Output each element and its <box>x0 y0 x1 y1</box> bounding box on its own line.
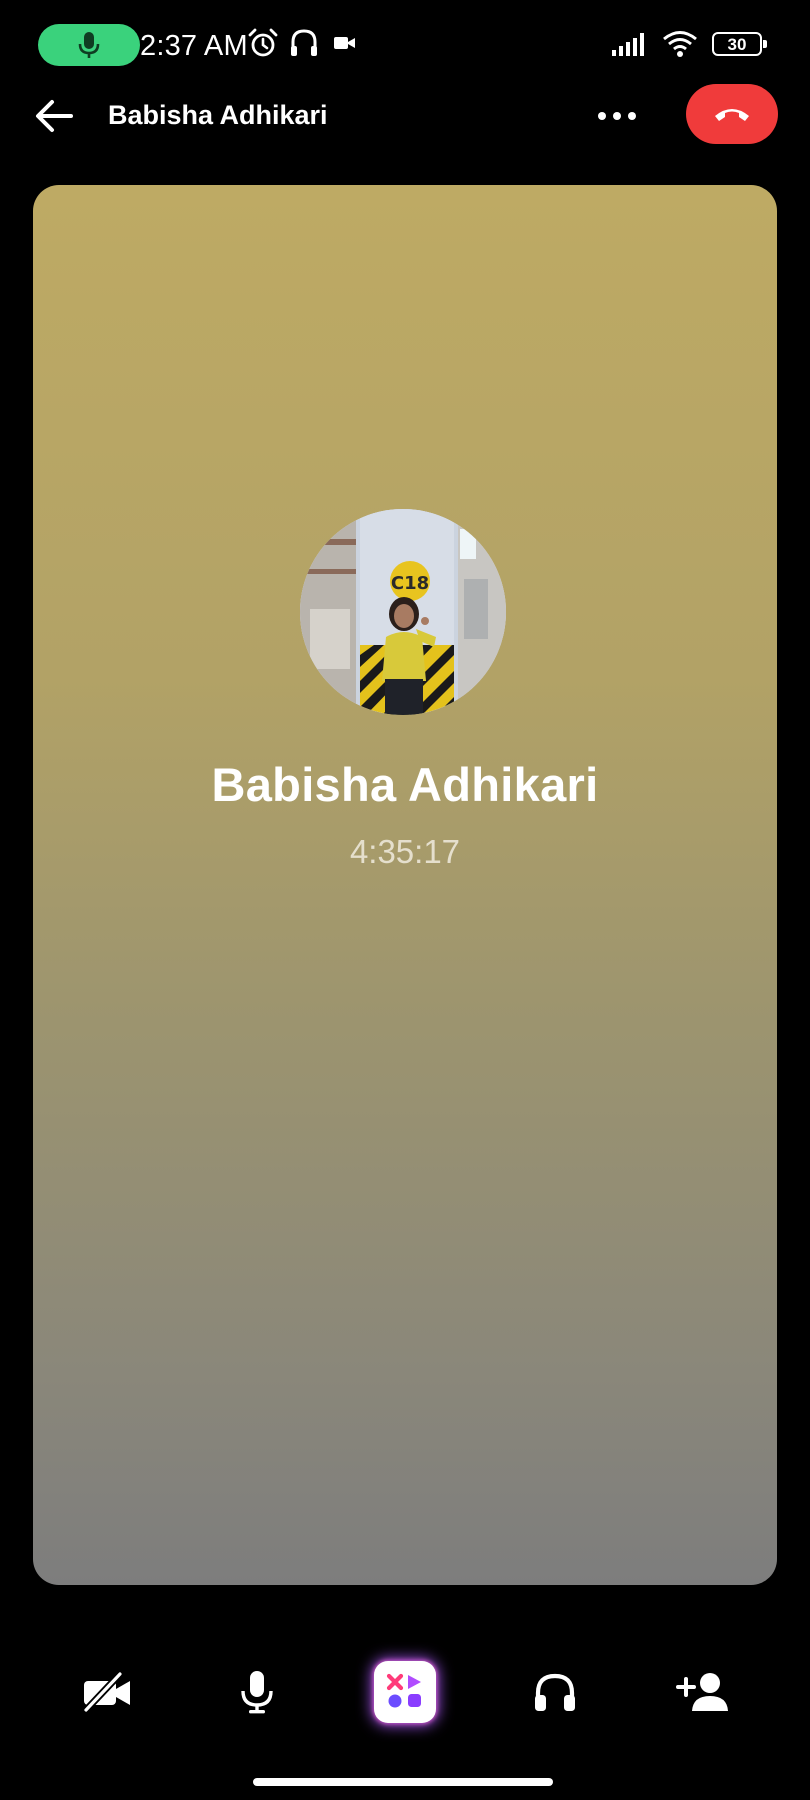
add-person-icon <box>676 1673 728 1711</box>
alarm-icon <box>248 28 278 57</box>
wifi-icon <box>663 31 697 57</box>
headphones-icon <box>535 1673 575 1711</box>
microphone-button[interactable] <box>215 1650 299 1734</box>
mic-active-indicator[interactable] <box>38 24 140 66</box>
headset-icon <box>291 29 317 56</box>
video-camera-icon <box>334 37 355 49</box>
call-duration: 4:35:17 <box>349 833 461 870</box>
status-time: 2:37 AM <box>140 30 248 62</box>
status-left-icons <box>247 27 357 59</box>
camera-off-button[interactable] <box>65 1650 149 1734</box>
add-person-button[interactable] <box>661 1650 745 1734</box>
effects-button[interactable] <box>363 1650 447 1734</box>
contact-name: Babisha Adhikari <box>211 758 599 811</box>
back-button[interactable] <box>28 92 80 140</box>
effects-tile <box>374 1661 436 1723</box>
audio-output-button[interactable] <box>513 1650 597 1734</box>
mic-active-icon <box>78 32 100 58</box>
battery-icon: 30 <box>712 32 767 56</box>
avatar-photo: C18 <box>300 509 506 715</box>
call-controls <box>0 1650 810 1734</box>
end-call-icon <box>715 109 749 121</box>
status-right: 30 <box>612 30 767 58</box>
effects-icon <box>386 1673 421 1708</box>
more-dots-icon <box>598 112 636 120</box>
mic-icon <box>241 1671 273 1714</box>
video-off-icon <box>82 1672 130 1712</box>
header-title: Babisha Adhikari <box>108 100 328 130</box>
more-options-button[interactable] <box>592 96 642 136</box>
call-header: Babisha Adhikari <box>0 78 810 154</box>
call-card: C18 Babisha Adhikari 4:35:17 <box>33 185 777 1585</box>
avatar-sign-text: C18 <box>391 573 429 594</box>
battery-level: 30 <box>727 34 747 54</box>
call-screen: 2:37 AM 30 Babisha Adhikari C18 Babisha … <box>0 0 810 1800</box>
back-arrow-icon <box>36 100 73 132</box>
end-call-button[interactable] <box>686 84 778 144</box>
home-indicator[interactable] <box>253 1778 553 1786</box>
signal-icon <box>612 33 644 56</box>
avatar[interactable]: C18 <box>300 509 506 715</box>
